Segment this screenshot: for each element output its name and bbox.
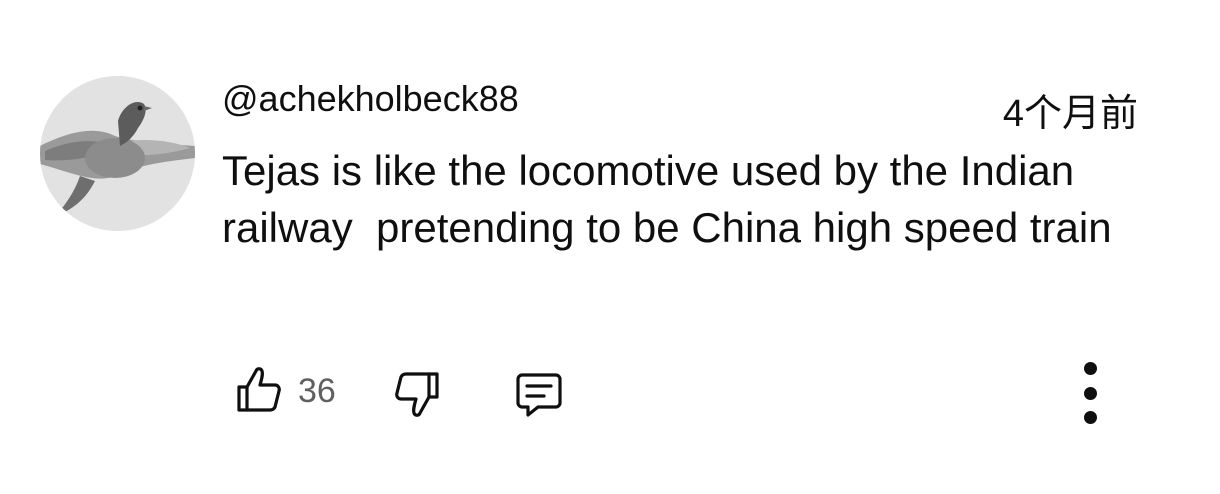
reply-comment-icon: [516, 373, 562, 417]
thumbs-up-icon: [237, 367, 281, 412]
dislike-button[interactable]: [390, 368, 444, 422]
more-options-button[interactable]: [1068, 362, 1112, 424]
thumbs-down-icon: [395, 372, 439, 417]
like-button[interactable]: [232, 362, 286, 416]
more-vertical-icon: [1083, 362, 1097, 375]
like-count: 36: [298, 372, 336, 410]
more-vertical-icon-dot: [1083, 386, 1097, 400]
comment-card: @achekholbeck88 4个月前 Tejas is like the l…: [0, 0, 1220, 494]
pigeon-avatar-image: [40, 76, 195, 231]
comment-timestamp: 4个月前: [1002, 93, 1138, 135]
comment-text: Tejas is like the locomotive used by the…: [222, 147, 1112, 251]
avatar[interactable]: [40, 76, 195, 231]
comment-actions: 36: [232, 362, 1132, 422]
comment-author-handle[interactable]: @achekholbeck88: [222, 78, 519, 120]
more-vertical-icon-dot: [1083, 411, 1097, 424]
reply-button[interactable]: [512, 368, 566, 422]
